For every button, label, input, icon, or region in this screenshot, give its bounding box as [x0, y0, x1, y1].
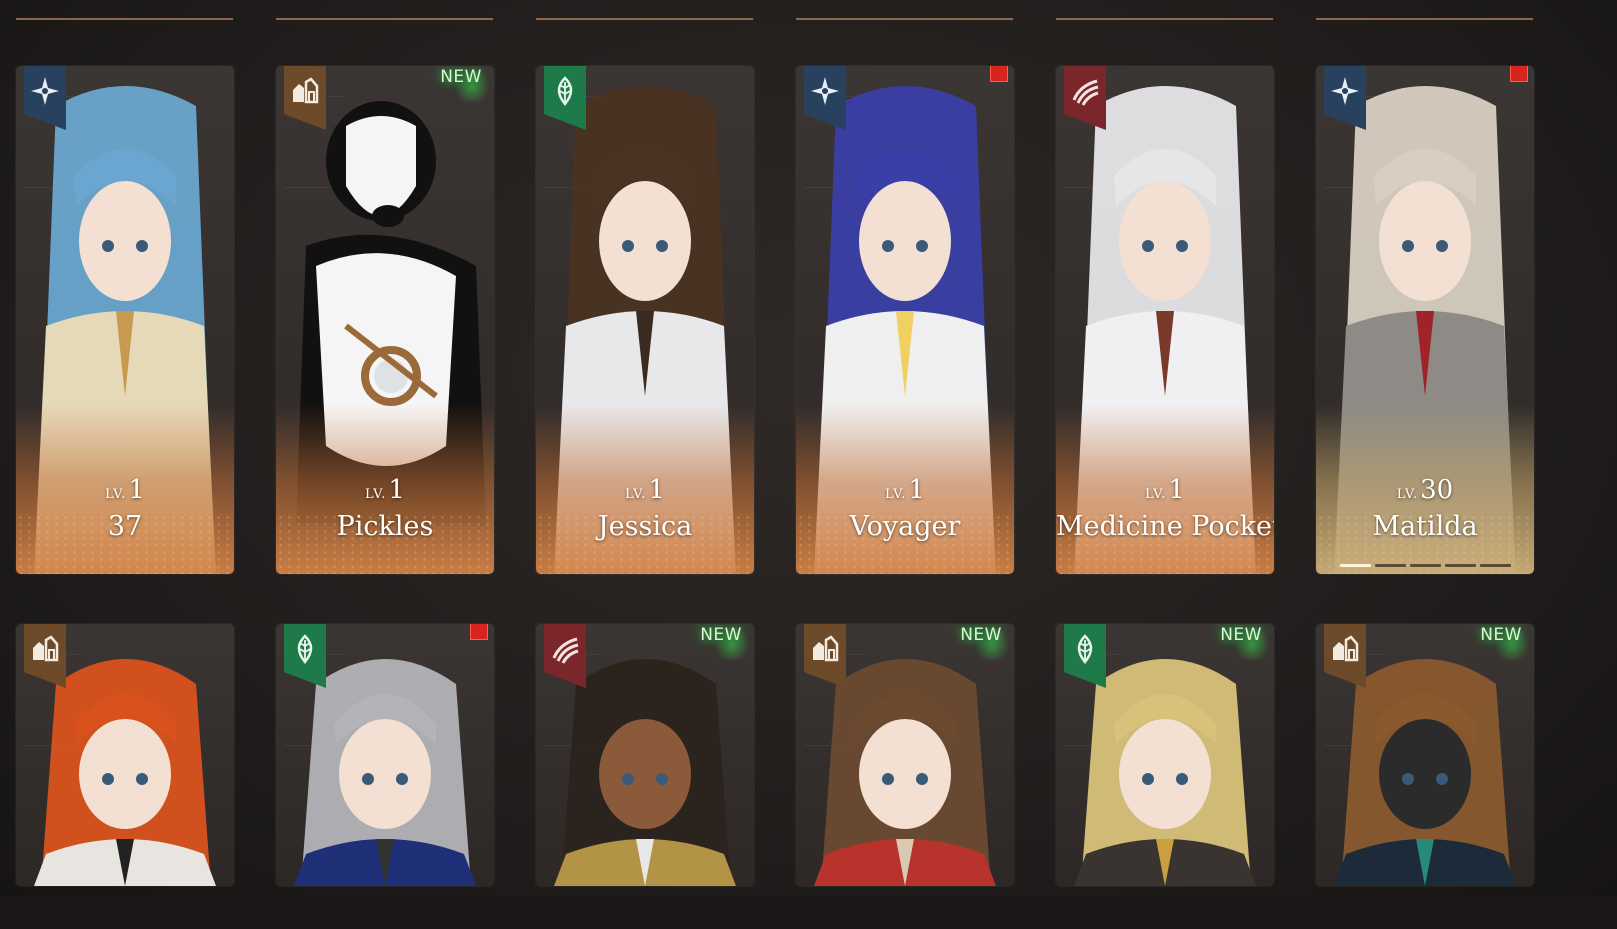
character-name: Voyager	[849, 511, 961, 542]
level-value: 1	[388, 475, 405, 505]
insight-pip	[1480, 564, 1511, 567]
top-card-edge	[16, 0, 233, 20]
level-value: 1	[1168, 475, 1185, 505]
level-prefix: LV.	[625, 487, 647, 502]
notification-dot	[470, 624, 488, 640]
character-card[interactable]: LV.1 Voyager	[796, 66, 1014, 574]
level-value: 1	[648, 475, 665, 505]
level-display: LV.1	[796, 476, 1014, 509]
level-value: 1	[128, 475, 145, 505]
new-tag: NEW	[700, 625, 742, 645]
character-card[interactable]: LV.1 Medicine Pocket	[1056, 66, 1274, 574]
level-display: LV.1	[16, 476, 234, 509]
top-card-edge	[796, 0, 1013, 20]
character-card[interactable]: LV.30 Matilda	[1316, 66, 1534, 574]
character-card[interactable]: NEW	[1056, 624, 1274, 886]
level-prefix: LV.	[885, 487, 907, 502]
insight-pip	[1445, 564, 1476, 567]
character-name: 37	[107, 511, 143, 542]
level-display: LV.1	[536, 476, 754, 509]
level-prefix: LV.	[1396, 487, 1419, 502]
notification-dot	[1510, 66, 1528, 82]
level-display: LV.30	[1316, 476, 1534, 509]
level-display: LV.1	[276, 476, 494, 509]
insight-pip	[1375, 564, 1406, 567]
character-card[interactable]: LV.1 Jessica	[536, 66, 754, 574]
level-prefix: LV.	[365, 487, 387, 502]
level-display: LV.1	[1056, 476, 1274, 509]
top-card-edge	[536, 0, 753, 20]
character-card[interactable]: NEW	[536, 624, 754, 886]
new-tag: NEW	[1480, 625, 1522, 645]
character-card[interactable]: NEW	[796, 624, 1014, 886]
character-name: Medicine Pocket	[1056, 511, 1274, 542]
character-name: Matilda	[1372, 511, 1478, 542]
character-card[interactable]: LV.1 37	[16, 66, 234, 574]
top-card-edge	[276, 0, 493, 20]
insight-pip	[1340, 564, 1371, 567]
top-card-edge	[1316, 0, 1533, 20]
level-value: 1	[908, 475, 925, 505]
insight-pips	[1340, 564, 1511, 567]
notification-dot	[990, 66, 1008, 82]
insight-pip	[1410, 564, 1441, 567]
new-tag: NEW	[960, 625, 1002, 645]
character-card[interactable]: LV.1 Pickles NEW	[276, 66, 494, 574]
level-prefix: LV.	[105, 487, 127, 502]
character-name: Pickles	[336, 511, 434, 542]
level-prefix: LV.	[1145, 487, 1167, 502]
character-card[interactable]: NEW	[1316, 624, 1534, 886]
top-card-edge	[1056, 0, 1273, 20]
character-grid: LV.1 37 LV.1 Pickles NEW LV.1 Jessica LV.1 Vo…	[0, 0, 1617, 929]
new-tag: NEW	[1220, 625, 1262, 645]
character-card[interactable]	[276, 624, 494, 886]
new-tag: NEW	[440, 67, 482, 87]
character-name: Jessica	[597, 511, 693, 542]
character-card[interactable]	[16, 624, 234, 886]
level-value: 30	[1420, 475, 1454, 505]
bottom-edge	[0, 896, 1617, 929]
